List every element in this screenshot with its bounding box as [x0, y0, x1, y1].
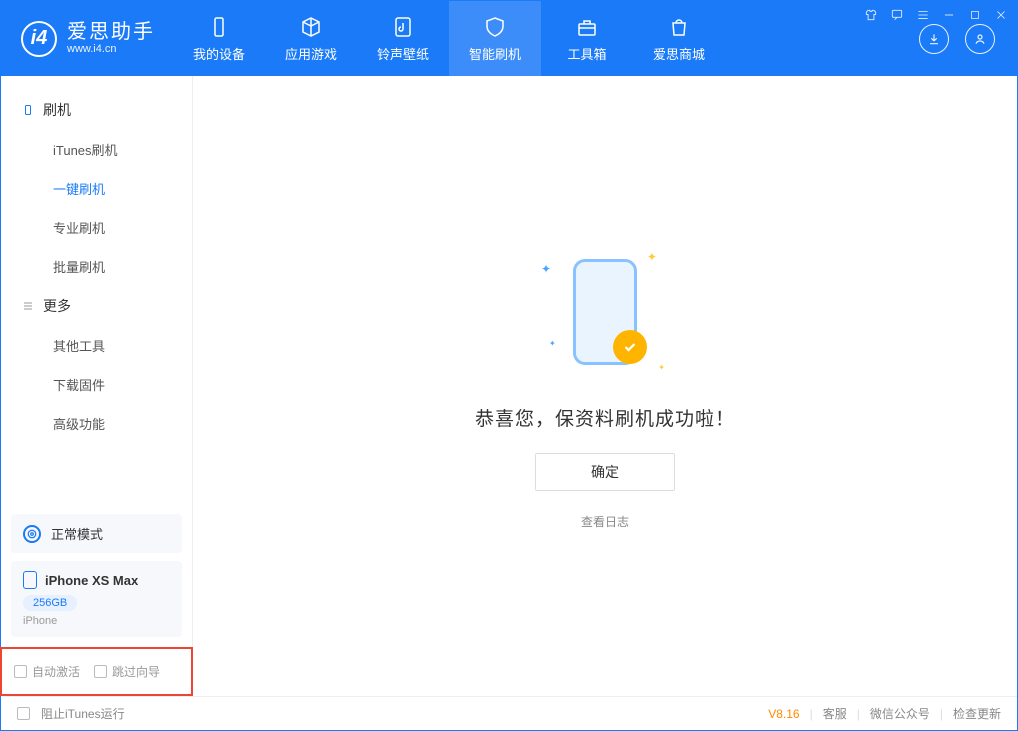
logo: i4 爱思助手 www.i4.cn: [1, 1, 173, 76]
list-icon: [21, 299, 35, 313]
user-button[interactable]: [965, 24, 995, 54]
download-button[interactable]: [919, 24, 949, 54]
nav-my-device[interactable]: 我的设备: [173, 1, 265, 76]
version-label: V8.16: [768, 707, 799, 721]
main-content: ✦ ✦ ✦ ✦ 恭喜您，保资料刷机成功啦！ 确定 查看日志: [193, 76, 1017, 696]
phone-outline-icon: [21, 103, 35, 117]
checkbox-icon[interactable]: [17, 707, 30, 720]
success-panel: ✦ ✦ ✦ ✦ 恭喜您，保资料刷机成功啦！ 确定 查看日志: [475, 242, 735, 530]
phone-icon: [23, 571, 37, 589]
app-url: www.i4.cn: [67, 43, 155, 55]
sidebar-item-itunes[interactable]: iTunes刷机: [1, 130, 192, 169]
bag-icon: [667, 15, 691, 39]
skin-icon[interactable]: [863, 7, 879, 23]
app-window: i4 爱思助手 www.i4.cn 我的设备 应用游戏 铃声壁纸: [0, 0, 1018, 731]
support-link[interactable]: 客服: [823, 705, 847, 722]
sparkle-icon: ✦: [658, 363, 665, 372]
opt-auto-activate[interactable]: 自动激活: [14, 663, 80, 680]
ok-button[interactable]: 确定: [535, 453, 675, 491]
nav-label: 工具箱: [567, 44, 606, 63]
view-log-link[interactable]: 查看日志: [581, 513, 629, 530]
sidebar: 刷机 iTunes刷机 一键刷机 专业刷机 批量刷机 更多 其他工具 下载固件 …: [1, 76, 193, 696]
nav-label: 铃声壁纸: [377, 44, 429, 63]
sidebar-item-advanced[interactable]: 高级功能: [1, 404, 192, 443]
checkbox-icon[interactable]: [14, 665, 27, 678]
close-icon[interactable]: [993, 7, 1009, 23]
titlebar: i4 爱思助手 www.i4.cn 我的设备 应用游戏 铃声壁纸: [1, 1, 1017, 76]
app-name: 爱思助手: [67, 21, 155, 43]
minimize-icon[interactable]: [941, 7, 957, 23]
device-icon: [207, 15, 231, 39]
sidebar-section-flash: 刷机: [1, 90, 192, 130]
update-link[interactable]: 检查更新: [953, 705, 1001, 722]
success-illustration: ✦ ✦ ✦ ✦: [535, 242, 675, 382]
statusbar: 阻止iTunes运行 V8.16 | 客服 | 微信公众号 | 检查更新: [1, 696, 1017, 730]
music-icon: [391, 15, 415, 39]
device-mode[interactable]: 正常模式: [11, 514, 182, 553]
nav-label: 我的设备: [193, 44, 245, 63]
mode-label: 正常模式: [51, 524, 103, 543]
device-type: iPhone: [23, 615, 170, 627]
cube-icon: [299, 15, 323, 39]
nav-label: 应用游戏: [285, 44, 337, 63]
shield-icon: [483, 15, 507, 39]
feedback-icon[interactable]: [889, 7, 905, 23]
nav-toolbox[interactable]: 工具箱: [541, 1, 633, 76]
nav-store[interactable]: 爱思商城: [633, 1, 725, 76]
sidebar-item-other[interactable]: 其他工具: [1, 326, 192, 365]
device-card[interactable]: iPhone XS Max 256GB iPhone: [11, 561, 182, 637]
sidebar-item-firmware[interactable]: 下载固件: [1, 365, 192, 404]
nav-apps[interactable]: 应用游戏: [265, 1, 357, 76]
menu-icon[interactable]: [915, 7, 931, 23]
nav-label: 智能刷机: [469, 44, 521, 63]
toolbox-icon: [575, 15, 599, 39]
nav-label: 爱思商城: [653, 44, 705, 63]
mode-icon: [23, 525, 41, 543]
success-message: 恭喜您，保资料刷机成功啦！: [475, 404, 735, 431]
device-name: iPhone XS Max: [45, 573, 138, 588]
sparkle-icon: ✦: [541, 262, 551, 276]
block-itunes-label[interactable]: 阻止iTunes运行: [41, 705, 125, 722]
flash-options: 自动激活 跳过向导: [0, 647, 193, 696]
nav-flash[interactable]: 智能刷机: [449, 1, 541, 76]
section-label: 更多: [43, 296, 71, 316]
window-controls: [863, 7, 1009, 23]
sparkle-icon: ✦: [647, 250, 657, 264]
check-badge-icon: [613, 330, 647, 364]
body: 刷机 iTunes刷机 一键刷机 专业刷机 批量刷机 更多 其他工具 下载固件 …: [1, 76, 1017, 696]
maximize-icon[interactable]: [967, 7, 983, 23]
logo-icon: i4: [21, 21, 57, 57]
sidebar-item-batch[interactable]: 批量刷机: [1, 247, 192, 286]
sidebar-section-more: 更多: [1, 286, 192, 326]
section-label: 刷机: [43, 100, 71, 120]
sidebar-item-onekey[interactable]: 一键刷机: [1, 169, 192, 208]
sidebar-item-pro[interactable]: 专业刷机: [1, 208, 192, 247]
checkbox-icon[interactable]: [94, 665, 107, 678]
nav-ringtones[interactable]: 铃声壁纸: [357, 1, 449, 76]
device-capacity: 256GB: [23, 595, 77, 611]
sparkle-icon: ✦: [549, 339, 556, 348]
wechat-link[interactable]: 微信公众号: [870, 705, 930, 722]
opt-skip-guide[interactable]: 跳过向导: [94, 663, 160, 680]
top-nav: 我的设备 应用游戏 铃声壁纸 智能刷机 工具箱: [173, 1, 725, 76]
